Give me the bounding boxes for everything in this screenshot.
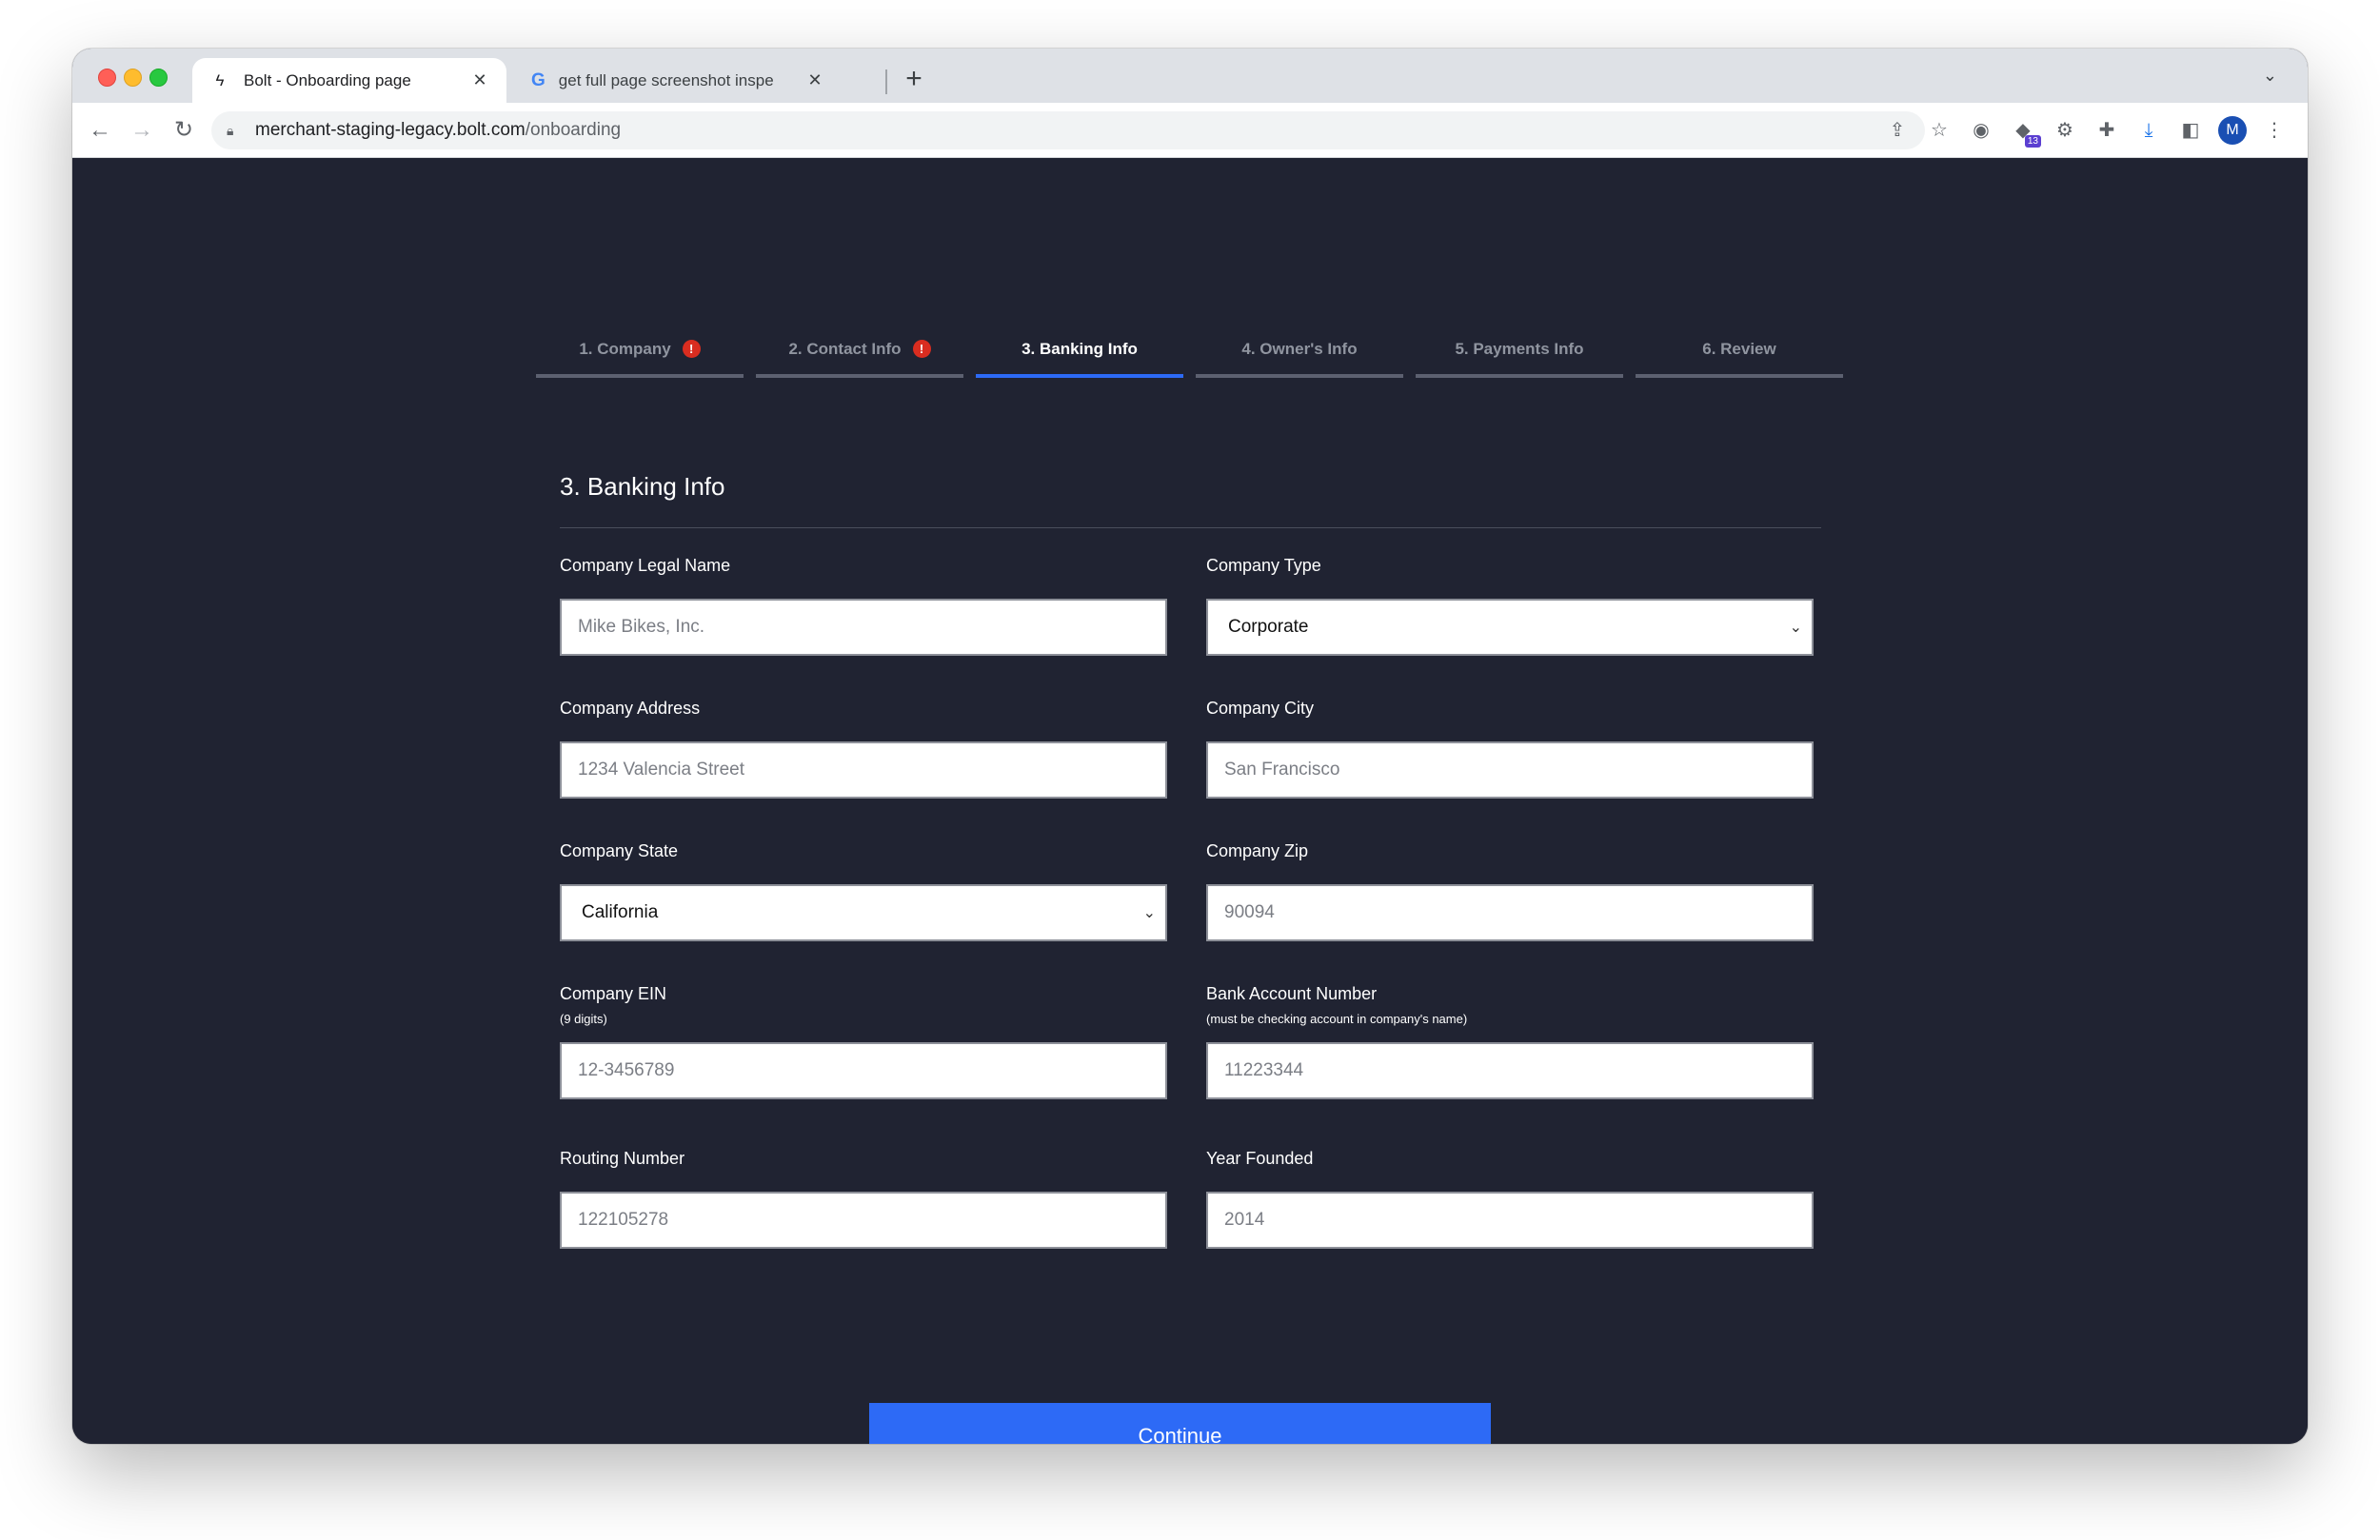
state-select[interactable]: California ⌄ — [560, 884, 1167, 941]
company-type-select[interactable]: Corporate ⌄ — [1206, 599, 1814, 656]
new-tab-button[interactable]: + — [897, 62, 931, 96]
page-content: 1. Company! 2. Contact Info! 3. Banking … — [72, 158, 2308, 1444]
step-indicator — [1196, 374, 1403, 378]
step-review[interactable]: 6. Review — [1636, 339, 1843, 378]
forward-arrow-icon[interactable]: → — [126, 114, 158, 147]
step-indicator — [536, 374, 744, 378]
step-label: 6. Review — [1702, 339, 1776, 358]
password-manager-icon[interactable]: ◉ — [1967, 116, 1995, 145]
select-value: California — [582, 902, 659, 922]
step-label: 1. Company — [579, 339, 671, 358]
download-icon[interactable]: ⤓ — [2134, 116, 2163, 145]
step-indicator — [1636, 374, 1843, 378]
field-hint: (must be checking account in company's n… — [1206, 1012, 1468, 1026]
continue-button[interactable]: Continue — [869, 1403, 1491, 1444]
field-label: Company State — [560, 841, 679, 860]
extension-graduation-icon[interactable]: ◆ 13 — [2009, 116, 2041, 148]
state-field: Company State California ⌄ — [560, 841, 1167, 941]
city-input[interactable] — [1206, 741, 1814, 799]
field-hint: (9 digits) — [560, 1012, 607, 1026]
zip-field: Company Zip — [1206, 841, 1814, 941]
step-contact-info[interactable]: 2. Contact Info! — [756, 339, 963, 378]
field-label: Year Founded — [1206, 1149, 1314, 1168]
close-window-button[interactable] — [98, 69, 116, 87]
address-field: Company Address — [560, 699, 1167, 799]
tab-strip: ϟ Bolt - Onboarding page ✕ G get full pa… — [72, 49, 2308, 103]
back-arrow-icon[interactable]: ← — [84, 114, 116, 147]
share-icon[interactable]: ⇪ — [1883, 116, 1912, 145]
chevron-down-icon: ⌄ — [1142, 905, 1156, 921]
close-tab-icon[interactable]: ✕ — [805, 70, 824, 90]
step-owners-info[interactable]: 4. Owner's Info — [1196, 339, 1403, 378]
settings-gear-icon[interactable]: ⚙ — [2051, 116, 2079, 145]
field-label: Company EIN — [560, 984, 667, 1003]
field-label: Company City — [1206, 699, 1315, 718]
city-field: Company City — [1206, 699, 1814, 799]
company-type-field: Company Type Corporate ⌄ — [1206, 556, 1814, 656]
step-company[interactable]: 1. Company! — [536, 339, 744, 378]
tab-search-chevron-icon[interactable]: ⌄ — [2263, 66, 2277, 86]
step-label: 5. Payments Info — [1455, 339, 1584, 358]
select-value: Corporate — [1228, 617, 1309, 637]
field-label: Routing Number — [560, 1149, 685, 1168]
field-label: Company Legal Name — [560, 556, 731, 575]
google-favicon-icon: G — [531, 69, 545, 90]
banking-info-section: 3. Banking Info Company Legal Name Compa… — [560, 472, 1821, 1249]
url-path: /onboarding — [525, 120, 622, 140]
bank-account-field: Bank Account Number (must be checking ac… — [1206, 984, 1814, 1099]
legal-name-input[interactable] — [560, 599, 1167, 656]
reload-icon[interactable]: ↻ — [168, 114, 200, 147]
routing-input[interactable] — [560, 1192, 1167, 1249]
onboarding-steps: 1. Company! 2. Contact Info! 3. Banking … — [536, 339, 1843, 378]
browser-window: ϟ Bolt - Onboarding page ✕ G get full pa… — [72, 49, 2308, 1444]
ein-input[interactable] — [560, 1042, 1167, 1099]
step-indicator — [976, 374, 1183, 378]
browser-tab-google[interactable]: G get full page screenshot inspe ✕ — [516, 58, 840, 103]
field-label: Bank Account Number — [1206, 984, 1378, 1003]
zip-input[interactable] — [1206, 884, 1814, 941]
section-divider — [560, 527, 1821, 528]
tab-title: Bolt - Onboarding page — [244, 70, 411, 89]
browser-toolbar: ← → ↻ 🔒︎ merchant-staging-legacy.bolt.co… — [72, 103, 2308, 158]
tab-separator — [885, 69, 887, 94]
chevron-down-icon: ⌄ — [1789, 620, 1802, 636]
warning-icon: ! — [682, 340, 701, 359]
routing-field: Routing Number — [560, 1149, 1167, 1249]
step-label: 3. Banking Info — [1021, 339, 1138, 358]
profile-avatar[interactable]: M — [2218, 116, 2247, 145]
extensions-puzzle-icon[interactable]: ✚ — [2092, 116, 2121, 145]
field-label: Company Type — [1206, 556, 1321, 575]
field-label: Company Address — [560, 699, 701, 718]
address-input[interactable] — [560, 741, 1167, 799]
extension-badge: 13 — [2024, 135, 2041, 148]
close-tab-icon[interactable]: ✕ — [470, 70, 489, 90]
step-indicator — [1416, 374, 1623, 378]
field-label: Company Zip — [1206, 841, 1309, 860]
year-founded-field: Year Founded — [1206, 1149, 1814, 1249]
step-label: 2. Contact Info — [788, 339, 902, 358]
bookmark-star-icon[interactable]: ☆ — [1925, 116, 1954, 145]
address-bar[interactable]: 🔒︎ merchant-staging-legacy.bolt.com/onbo… — [211, 111, 1925, 149]
step-label: 4. Owner's Info — [1241, 339, 1358, 358]
section-title: 3. Banking Info — [560, 472, 725, 501]
step-indicator — [756, 374, 963, 378]
toolbar-icons: ⇪ ☆ ◉ ◆ 13 ⚙ ✚ ⤓ ◧ M ⋮ — [1870, 116, 2289, 148]
more-menu-icon[interactable]: ⋮ — [2260, 116, 2289, 145]
warning-icon: ! — [912, 340, 931, 359]
bolt-favicon-icon: ϟ — [215, 70, 225, 89]
side-panel-icon[interactable]: ◧ — [2176, 116, 2205, 145]
year-founded-input[interactable] — [1206, 1192, 1814, 1249]
tab-title: get full page screenshot inspe — [558, 70, 774, 89]
maximize-window-button[interactable] — [149, 69, 168, 87]
step-payments-info[interactable]: 5. Payments Info — [1416, 339, 1623, 378]
step-banking-info[interactable]: 3. Banking Info — [976, 339, 1183, 378]
lock-icon: 🔒︎ — [227, 122, 234, 138]
url-host: merchant-staging-legacy.bolt.com — [255, 120, 526, 140]
bank-account-input[interactable] — [1206, 1042, 1814, 1099]
browser-tab-onboarding[interactable]: ϟ Bolt - Onboarding page ✕ — [192, 58, 506, 103]
minimize-window-button[interactable] — [124, 69, 142, 87]
legal-name-field: Company Legal Name — [560, 556, 1167, 656]
ein-field: Company EIN (9 digits) — [560, 984, 1167, 1099]
